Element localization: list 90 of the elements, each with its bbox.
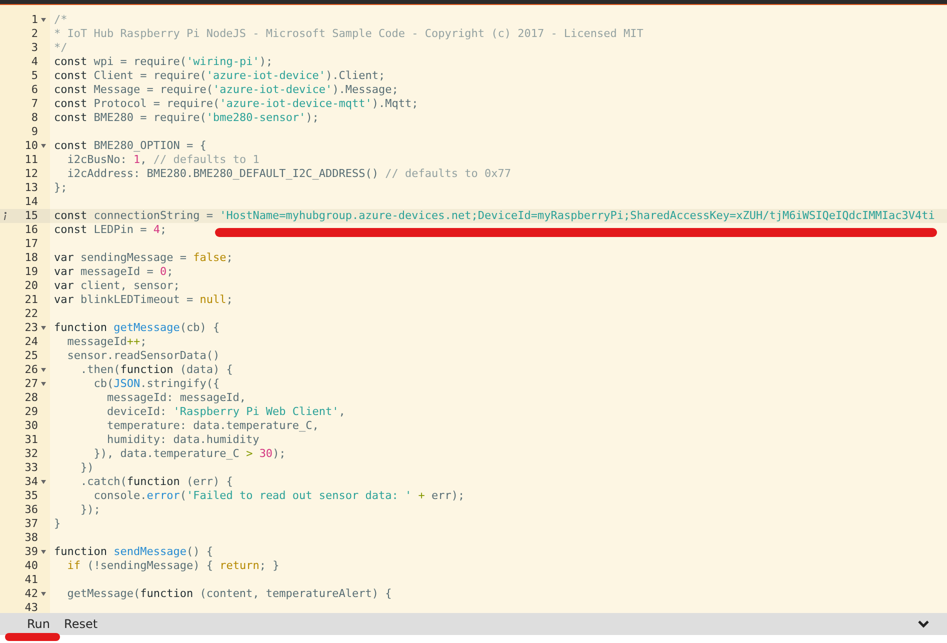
code-line: getMessage(function (content, temperatureAlert) {	[66, 587, 392, 601]
code-line: const connectionString = 'HostName=myhubgroup.azure-devices.net;DeviceId=myRaspberryPi;SharedAccessKey=xZUH/tjM6iWSIQeIQdcIMMIac3V4ti	[53, 209, 935, 223]
line-number: 21	[24, 293, 38, 307]
code-line: .then(function (data) {	[79, 363, 233, 377]
line-number: 42	[24, 587, 38, 601]
code-line: /*	[53, 13, 68, 27]
code-line: console.error('Failed to read out sensor data: ' + err);	[92, 489, 465, 503]
line-number: 32	[24, 447, 38, 461]
fold-arrow-icon[interactable]	[41, 550, 46, 554]
toolbar-button[interactable]: Reset	[57, 615, 105, 633]
code-line: const wpi = require('wiring-pi');	[53, 55, 273, 69]
line-number: 31	[24, 433, 38, 447]
code-line: cb(JSON.stringify({	[92, 377, 220, 391]
code-line: });	[79, 503, 100, 517]
code-line: */	[53, 41, 68, 55]
code-line: const BME280 = require('bme280-sensor');	[53, 111, 319, 125]
line-number: 15	[24, 209, 38, 223]
fold-arrow-icon[interactable]	[41, 368, 46, 372]
code-line: deviceId: 'Raspberry Pi Web Client',	[106, 405, 346, 419]
line-number: 13	[24, 181, 38, 195]
fold-arrow-icon[interactable]	[41, 480, 46, 484]
line-number: 33	[24, 461, 38, 475]
code-line: if (!sendingMessage) { return; }	[66, 559, 280, 573]
line-number: 38	[24, 531, 38, 545]
code-line: var blinkLEDTimeout = null;	[53, 293, 233, 307]
line-number: 43	[24, 601, 38, 613]
code-line: * IoT Hub Raspberry Pi NodeJS - Microsoft Sample Code - Copyright (c) 2017 - Licensed MIT	[53, 27, 644, 41]
line-number: 36	[24, 503, 38, 517]
line-number: 28	[24, 391, 38, 405]
line-number: 30	[24, 419, 38, 433]
code-line: var client, sensor;	[53, 279, 180, 293]
chevron-down-icon[interactable]	[918, 620, 929, 628]
line-number: 16	[24, 223, 38, 237]
code-line: i2cBusNo: 1, // defaults to 1	[66, 153, 260, 167]
code-line: })	[79, 461, 94, 475]
code-line: const Message = require('azure-iot-device').Message;	[53, 83, 398, 97]
line-number: 9	[31, 125, 38, 139]
line-number: 1	[31, 13, 38, 27]
code-line: humidity: data.humidity	[106, 433, 260, 447]
code-line: }	[53, 517, 61, 531]
code-line: sensor.readSensorData()	[66, 349, 220, 363]
line-number: 29	[24, 405, 38, 419]
line-number: 4	[31, 55, 38, 69]
code-line: }), data.temperature_C > 30);	[92, 447, 286, 461]
line-number: 6	[31, 83, 38, 97]
code-line: .catch(function (err) {	[79, 475, 233, 489]
line-number: 5	[31, 69, 38, 83]
code-line: const BME280_OPTION = {	[53, 139, 206, 153]
code-line: const Protocol = require('azure-iot-device-mqtt').Mqtt;	[53, 97, 418, 111]
line-number: 41	[24, 573, 38, 587]
line-number: 7	[31, 97, 38, 111]
line-number: 34	[24, 475, 38, 489]
toolbar-button[interactable]: Run	[20, 615, 58, 633]
line-number: 10	[24, 139, 38, 153]
line-number: 35	[24, 489, 38, 503]
line-number: 23	[24, 321, 38, 335]
line-number: 8	[31, 111, 38, 125]
code-line: };	[53, 181, 68, 195]
line-number: 22	[24, 307, 38, 321]
line-number: 39	[24, 545, 38, 559]
code-line: i2cAddress: BME280.BME280_DEFAULT_I2C_ADDRESS() // defaults to 0x77	[66, 167, 511, 181]
fold-arrow-icon[interactable]	[41, 18, 46, 22]
line-number: 2	[31, 27, 38, 41]
line-number: 12	[24, 167, 38, 181]
line-number: 14	[24, 195, 38, 209]
code-line: temperature: data.temperature_C,	[106, 419, 319, 433]
code-line: messageId++;	[66, 335, 147, 349]
fold-arrow-icon[interactable]	[41, 382, 46, 386]
code-line: messageId: messageId,	[106, 391, 246, 405]
line-number: 3	[31, 41, 38, 55]
fold-arrow-icon[interactable]	[41, 144, 46, 148]
line-number: 25	[24, 349, 38, 363]
code-line: var messageId = 0;	[53, 265, 174, 279]
line-number: 20	[24, 279, 38, 293]
line-number: 17	[24, 237, 38, 251]
code-line: var sendingMessage = false;	[53, 251, 233, 265]
line-number: 37	[24, 517, 38, 531]
code-line: const Client = require('azure-iot-device').Client;	[53, 69, 386, 83]
line-number: 19	[24, 265, 38, 279]
code-line: function sendMessage() {	[53, 545, 213, 559]
line-number: 26	[24, 363, 38, 377]
fold-arrow-icon[interactable]	[41, 326, 46, 330]
line-number: 27	[24, 377, 38, 391]
code-line: const LEDPin = 4;	[53, 223, 167, 237]
code-line: function getMessage(cb) {	[53, 321, 220, 335]
line-number: 24	[24, 335, 38, 349]
fold-arrow-icon[interactable]	[41, 592, 46, 596]
line-number: 18	[24, 251, 38, 265]
line-number: 11	[24, 153, 38, 167]
line-number: 40	[24, 559, 38, 573]
